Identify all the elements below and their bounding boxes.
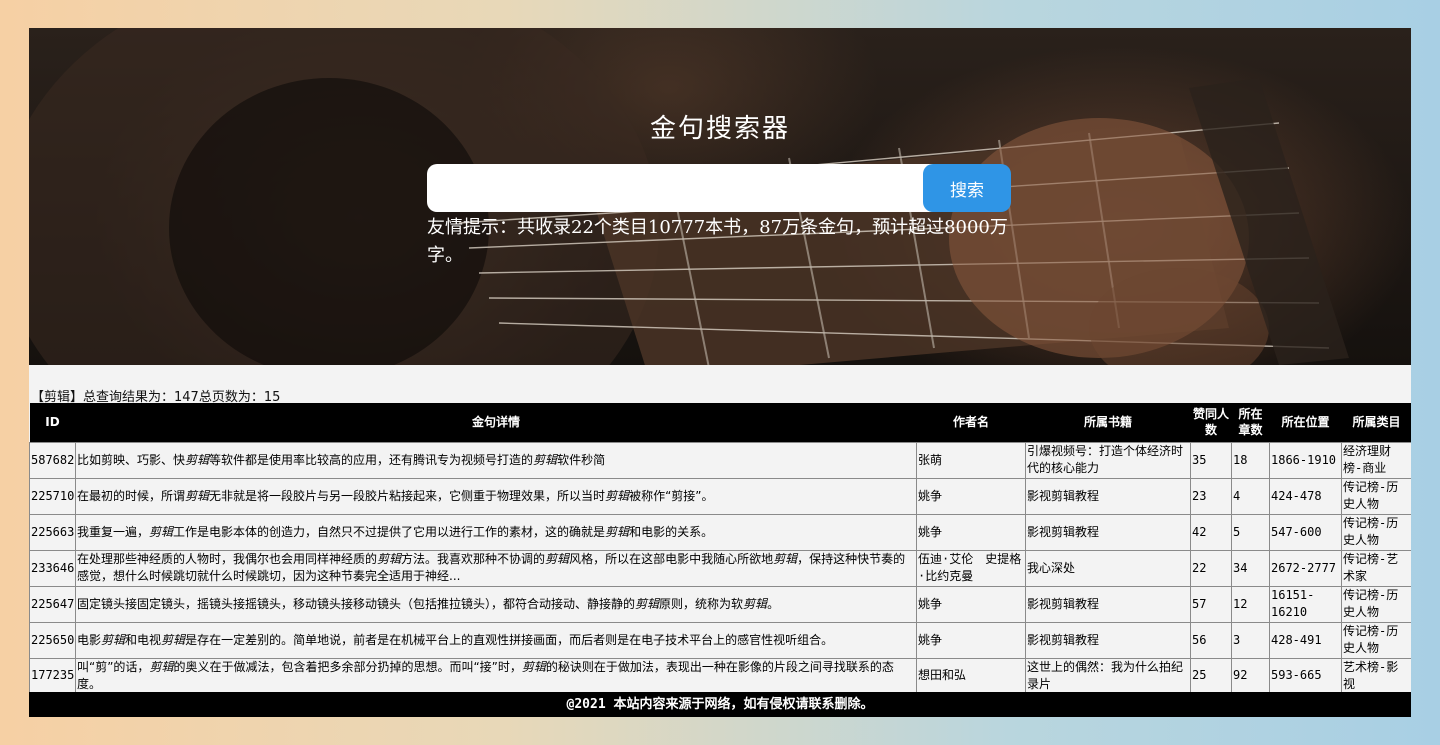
- keyword-highlight: 剪辑: [743, 596, 768, 611]
- table-row: 225650 电影剪辑和电视剪辑是存在一定差别的。简单地说，前者是在机械平台上的直…: [29, 621, 1411, 659]
- keyword-highlight: 剪辑: [533, 452, 558, 467]
- keyword-highlight: 剪辑: [101, 632, 126, 647]
- cell-id: 225647: [29, 585, 76, 623]
- search-input[interactable]: [427, 164, 947, 212]
- cell-id: 177235: [29, 657, 76, 694]
- keyword-highlight: 剪辑: [377, 552, 402, 566]
- hint-text: 友情提示：共收录22个类目10777本书，87万条金句，预计超过8000万字。: [427, 217, 1008, 266]
- keyword-highlight: 剪辑: [185, 452, 210, 467]
- cell-id: 233646: [29, 549, 76, 587]
- cell-chapter: 18: [1231, 441, 1270, 479]
- col-header-author: 作者名: [916, 403, 1026, 442]
- keyword-highlight: 剪辑: [185, 488, 210, 503]
- col-header-chapter: 所在章数: [1231, 403, 1270, 442]
- cell-detail: 叫“剪”的话，剪辑的奥义在于做减法，包含着把多余部分扔掉的思想。而叫“接”时，剪…: [75, 657, 917, 694]
- cell-likes: 22: [1190, 549, 1232, 587]
- cell-author: 张萌: [916, 441, 1026, 479]
- results-table: ID 金句详情 作者名 所属书籍 赞同人数 所在章数 所在位置 所属类目 587…: [29, 403, 1411, 694]
- cell-author: 姚争: [916, 477, 1026, 515]
- cell-likes: 35: [1190, 441, 1232, 479]
- table-header-row: ID 金句详情 作者名 所属书籍 赞同人数 所在章数 所在位置 所属类目: [29, 403, 1411, 442]
- cell-position: 424-478: [1269, 477, 1342, 515]
- page-title: 金句搜索器: [649, 114, 790, 144]
- cell-chapter: 5: [1231, 513, 1270, 551]
- cell-detail: 比如剪映、巧影、快剪辑等软件都是使用率比较高的应用，还有腾讯专为视频号打造的剪辑…: [75, 441, 917, 479]
- col-header-detail: 金句详情: [75, 403, 917, 442]
- cell-detail: 我重复一遍，剪辑工作是电影本体的创造力，自然只不过提供了它用以进行工作的素材，这…: [75, 513, 917, 551]
- cell-detail: 在最初的时候，所谓剪辑无非就是将一段胶片与另一段胶片粘接起来，它侧重于物理效果，…: [75, 477, 917, 515]
- cell-chapter: 3: [1231, 621, 1270, 659]
- cell-author: 姚争: [916, 513, 1026, 551]
- cell-detail: 电影剪辑和电视剪辑是存在一定差别的。简单地说，前者是在机械平台上的直观性拼接画面…: [75, 621, 917, 659]
- cell-id: 225710: [29, 477, 76, 515]
- cell-category: 传记榜-历史人物: [1341, 621, 1411, 659]
- cell-detail: 在处理那些神经质的人物时，我偶尔也会用同样神经质的剪辑方法。我喜欢那种不协调的剪…: [75, 549, 917, 587]
- table-row: 233646 在处理那些神经质的人物时，我偶尔也会用同样神经质的剪辑方法。我喜欢那…: [29, 549, 1411, 587]
- keyword-highlight: 剪辑: [149, 659, 174, 674]
- cell-likes: 42: [1190, 513, 1232, 551]
- cell-author: 伍迪·艾伦 史提格·比约克曼: [916, 549, 1026, 587]
- table-row: 225710 在最初的时候，所谓剪辑无非就是将一段胶片与另一段胶片粘接起来，它侧重…: [29, 477, 1411, 515]
- col-header-id: ID: [29, 403, 76, 442]
- col-header-position: 所在位置: [1269, 403, 1342, 442]
- keyword-highlight: 剪辑: [545, 552, 570, 566]
- cell-likes: 56: [1190, 621, 1232, 659]
- cell-category: 传记榜-艺术家: [1341, 549, 1411, 587]
- cell-chapter: 34: [1231, 549, 1270, 587]
- keyword-highlight: 剪辑: [161, 632, 186, 647]
- col-header-book: 所属书籍: [1025, 403, 1191, 442]
- col-header-likes: 赞同人数: [1190, 403, 1232, 442]
- table-row: 225663 我重复一遍，剪辑工作是电影本体的创造力，自然只不过提供了它用以进行工…: [29, 513, 1411, 551]
- cell-position: 428-491: [1269, 621, 1342, 659]
- app-window: 金句搜索器 搜索 友情提示：共收录22个类目10777本书，87万条金句，预计超…: [29, 28, 1411, 717]
- cell-id: 587682: [29, 441, 76, 479]
- keyword-highlight: 剪辑: [605, 488, 630, 503]
- cell-book: 影视剪辑教程: [1025, 621, 1191, 659]
- cell-chapter: 12: [1231, 585, 1270, 623]
- cell-book: 影视剪辑教程: [1025, 477, 1191, 515]
- col-header-category: 所属类目: [1341, 403, 1411, 442]
- search-button[interactable]: 搜索: [923, 164, 1011, 212]
- keyword-highlight: 剪辑: [773, 552, 798, 566]
- cell-category: 传记榜-历史人物: [1341, 513, 1411, 551]
- table-row: 225647 固定镜头接固定镜头，摇镜头接摇镜头，移动镜头接移动镜头（包括推拉镜头…: [29, 585, 1411, 623]
- cell-author: 姚争: [916, 621, 1026, 659]
- cell-book: 引爆视频号：打造个体经济时代的核心能力: [1025, 441, 1191, 479]
- cell-book: 影视剪辑教程: [1025, 513, 1191, 551]
- cell-book: 这世上的偶然：我为什么拍纪录片: [1025, 657, 1191, 694]
- cell-category: 艺术榜-影视: [1341, 657, 1411, 694]
- cell-id: 225650: [29, 621, 76, 659]
- cell-book: 我心深处: [1025, 549, 1191, 587]
- cell-likes: 23: [1190, 477, 1232, 515]
- cell-position: 593-665: [1269, 657, 1342, 694]
- cell-chapter: 4: [1231, 477, 1270, 515]
- keyword-highlight: 剪辑: [521, 659, 546, 674]
- footer: @2021 本站内容来源于网络，如有侵权请联系删除。: [29, 692, 1411, 717]
- keyword-highlight: 剪辑: [635, 596, 660, 611]
- keyword-highlight: 剪辑: [605, 524, 630, 539]
- cell-likes: 25: [1190, 657, 1232, 694]
- cell-position: 16151-16210: [1269, 585, 1342, 623]
- cell-position: 1866-1910: [1269, 441, 1342, 479]
- cell-chapter: 92: [1231, 657, 1270, 694]
- cell-likes: 57: [1190, 585, 1232, 623]
- keyword-highlight: 剪辑: [149, 524, 174, 539]
- table-row: 587682 比如剪映、巧影、快剪辑等软件都是使用率比较高的应用，还有腾讯专为视频…: [29, 441, 1411, 479]
- cell-book: 影视剪辑教程: [1025, 585, 1191, 623]
- table-row: 177235 叫“剪”的话，剪辑的奥义在于做减法，包含着把多余部分扔掉的思想。而叫…: [29, 657, 1411, 694]
- cell-author: 想田和弘: [916, 657, 1026, 694]
- cell-detail: 固定镜头接固定镜头，摇镜头接摇镜头，移动镜头接移动镜头（包括推拉镜头），都符合动…: [75, 585, 917, 623]
- cell-category: 经济理财榜-商业: [1341, 441, 1411, 479]
- hero-banner: 金句搜索器 搜索 友情提示：共收录22个类目10777本书，87万条金句，预计超…: [29, 28, 1411, 365]
- cell-author: 姚争: [916, 585, 1026, 623]
- cell-position: 547-600: [1269, 513, 1342, 551]
- cell-category: 传记榜-历史人物: [1341, 585, 1411, 623]
- cell-category: 传记榜-历史人物: [1341, 477, 1411, 515]
- cell-position: 2672-2777: [1269, 549, 1342, 587]
- search-bar: 搜索: [427, 164, 1013, 212]
- results-table-body: 587682 比如剪映、巧影、快剪辑等软件都是使用率比较高的应用，还有腾讯专为视频…: [29, 441, 1411, 694]
- cell-id: 225663: [29, 513, 76, 551]
